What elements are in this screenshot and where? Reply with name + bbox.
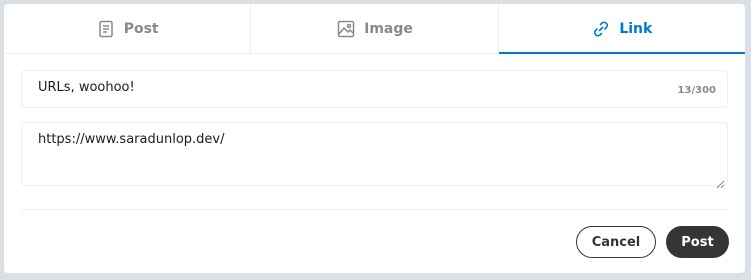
title-char-count: 13/300 — [677, 85, 716, 96]
post-button[interactable]: Post — [666, 226, 729, 258]
resize-handle-icon[interactable] — [716, 174, 725, 189]
tab-image-label: Image — [364, 20, 413, 37]
tab-image[interactable]: Image — [251, 4, 499, 53]
tab-link-label: Link — [619, 20, 653, 37]
tab-post-label: Post — [123, 20, 159, 37]
link-icon — [591, 19, 611, 39]
image-icon — [336, 19, 356, 39]
create-post-card: Post Image Link 1 — [4, 4, 745, 273]
url-input[interactable] — [38, 132, 708, 172]
post-type-tabs: Post Image Link — [4, 4, 745, 54]
document-icon — [96, 19, 116, 39]
tab-link[interactable]: Link — [498, 4, 745, 54]
title-field: 13/300 — [21, 70, 728, 108]
title-input[interactable] — [38, 80, 638, 95]
divider — [21, 209, 728, 210]
tab-post[interactable]: Post — [4, 4, 252, 53]
cancel-button[interactable]: Cancel — [576, 226, 656, 258]
url-field — [21, 122, 728, 189]
